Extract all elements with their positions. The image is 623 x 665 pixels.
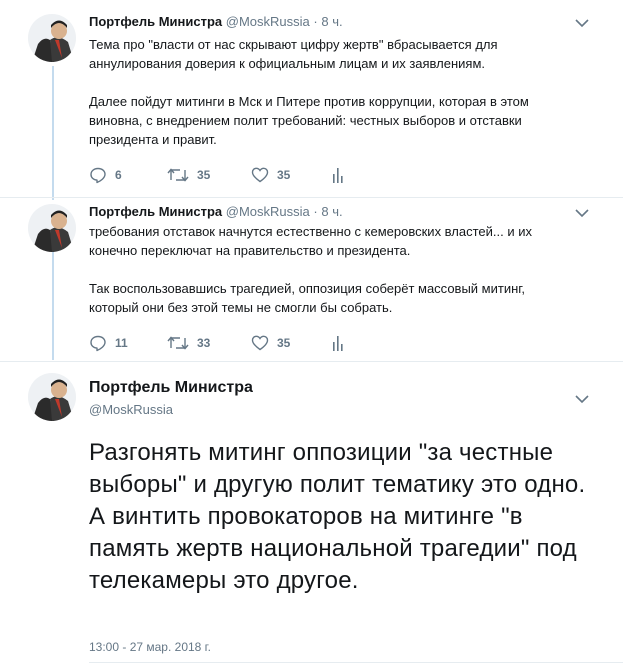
- separator: ·: [313, 14, 318, 29]
- tweet[interactable]: Портфель Министра @MoskRussia · 8 ч. Тем…: [0, 0, 623, 200]
- main-tweet-text: Разгонять митинг оппозиции "за честные в…: [89, 439, 586, 594]
- separator: ·: [313, 204, 318, 219]
- tweet-paragraph: Далее пойдут митинги в Мск и Питере прот…: [89, 94, 529, 147]
- chevron-down-icon[interactable]: [575, 394, 589, 404]
- avatar[interactable]: [28, 373, 76, 421]
- like-button[interactable]: 35: [251, 165, 290, 185]
- tweet-time[interactable]: 8 ч.: [321, 204, 342, 219]
- reply-button[interactable]: 6: [89, 165, 122, 185]
- retweet-count: 33: [197, 336, 211, 350]
- tweet-header: Портфель Министра @MoskRussia · 8 ч.: [89, 14, 343, 30]
- tweet-paragraph: требования отставок начнутся естественно…: [89, 224, 532, 258]
- reply-count: 11: [115, 336, 128, 350]
- reply-icon: [90, 167, 106, 184]
- tweet-timestamp[interactable]: 13:00 - 27 мар. 2018 г.: [89, 640, 211, 654]
- heart-icon: [251, 335, 269, 351]
- tweet[interactable]: Портфель Министра @MoskRussia · 8 ч. тре…: [0, 198, 623, 363]
- analytics-button[interactable]: [331, 165, 345, 185]
- tweet-header: Портфель Министра @MoskRussia · 8 ч.: [89, 204, 343, 220]
- avatar[interactable]: [28, 204, 76, 252]
- chevron-down-icon[interactable]: [575, 18, 589, 28]
- retweet-button[interactable]: 35: [167, 165, 210, 185]
- author-name[interactable]: Портфель Министра: [89, 204, 222, 219]
- tweet-actions: 6 35 35: [89, 165, 389, 185]
- analytics-icon: [333, 168, 343, 183]
- reply-button[interactable]: 11: [89, 333, 128, 353]
- author-name[interactable]: Портфель Министра: [89, 14, 222, 29]
- retweet-icon: [167, 168, 189, 182]
- tweet-divider: [0, 361, 623, 362]
- analytics-button[interactable]: [331, 333, 345, 353]
- like-count: 35: [277, 336, 291, 350]
- chevron-down-icon[interactable]: [575, 208, 589, 218]
- reply-count: 6: [115, 168, 122, 182]
- retweet-count: 35: [197, 168, 211, 182]
- heart-icon: [251, 167, 269, 183]
- tweet-text: требования отставок начнутся естественно…: [89, 222, 559, 317]
- retweet-button[interactable]: 33: [167, 333, 210, 353]
- divider: [89, 662, 623, 663]
- tweet-actions: 11 33 35: [89, 333, 389, 353]
- tweet-text: Тема про "власти от нас скрывают цифру ж…: [89, 35, 559, 149]
- like-count: 35: [277, 168, 291, 182]
- author-handle[interactable]: @MoskRussia: [226, 204, 310, 219]
- tweet-time[interactable]: 8 ч.: [321, 14, 342, 29]
- tweet-paragraph: Так воспользовавшись трагедией, оппозици…: [89, 281, 526, 315]
- retweet-icon: [167, 336, 189, 350]
- tweet-paragraph: Тема про "власти от нас скрывают цифру ж…: [89, 37, 498, 71]
- like-button[interactable]: 35: [251, 333, 290, 353]
- avatar[interactable]: [28, 14, 76, 62]
- author-handle[interactable]: @MoskRussia: [226, 14, 310, 29]
- reply-icon: [90, 335, 106, 352]
- analytics-icon: [333, 336, 343, 351]
- author-name[interactable]: Портфель Министра: [89, 379, 253, 397]
- author-handle[interactable]: @MoskRussia: [89, 402, 173, 417]
